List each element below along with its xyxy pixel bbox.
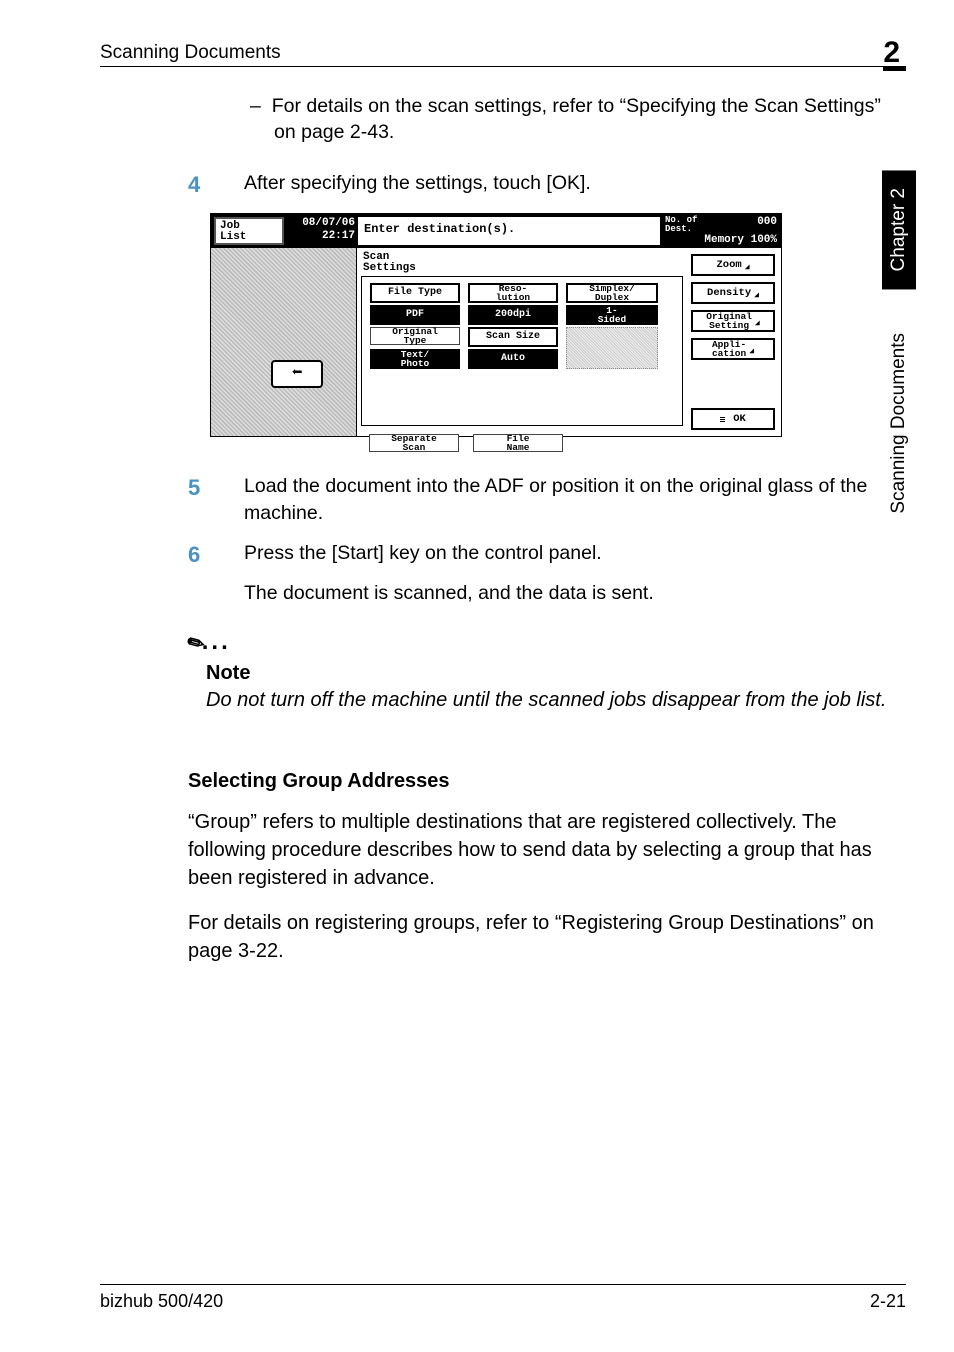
time-text: 22:17 [289,230,355,243]
footer-model: bizhub 500/420 [100,1291,223,1312]
section-p2: For details on registering groups, refer… [188,910,906,965]
scan-settings-label: Scan Settings [363,252,683,274]
density-button[interactable]: Density◢ [691,282,775,304]
step-number: 5 [188,473,244,526]
file-type-value: PDF [370,305,460,325]
step-result: The document is scanned, and the data is… [244,580,906,606]
side-tab-section: Scanning Documents [882,315,916,532]
preview-pane: ⬅ [211,248,357,436]
side-tabs: Chapter 2 Scanning Documents [882,170,916,532]
empty-slot [566,327,658,369]
resolution-value: 200dpi [468,305,558,325]
section-heading: Selecting Group Addresses [188,768,906,795]
step-6: 6 Press the [Start] key on the control p… [100,540,906,570]
file-name-button[interactable]: File Name [473,434,563,452]
datetime-display: 08/07/06 22:17 [287,214,357,248]
status-area: No. of Dest. 000 Memory 100% [661,214,781,248]
step-4: 4 After specifying the settings, touch [… [100,170,906,200]
scan-size-button[interactable]: Scan Size [468,327,558,347]
step-text: Load the document into the ADF or positi… [244,473,906,526]
memory-value: 100% [751,234,777,246]
job-list-button[interactable]: Job List [214,217,284,245]
prompt-text: Enter destination(s). [357,216,661,246]
dest-count-label: No. of Dest. [665,216,697,234]
zoom-button[interactable]: Zoom◢ [691,254,775,276]
lcd-topbar: Job List 08/07/06 22:17 Enter destinatio… [211,214,781,248]
left-arrow-icon: ⬅ [292,362,303,386]
note-body: Do not turn off the machine until the sc… [206,687,906,714]
side-tab-chapter: Chapter 2 [882,170,916,289]
ok-button[interactable]: OK [691,408,775,430]
note-icon: ✎... [188,626,906,658]
separate-scan-button[interactable]: Separate Scan [369,434,459,452]
back-arrow-button[interactable]: ⬅ [271,360,323,388]
note-block: ✎... Note Do not turn off the machine un… [188,626,906,714]
dest-count-value: 000 [757,216,777,234]
original-setting-button[interactable]: Original Setting◢ [691,310,775,332]
file-type-button[interactable]: File Type [370,283,460,303]
page-footer: bizhub 500/420 2-21 [100,1284,906,1312]
application-button[interactable]: Appli- cation◢ [691,338,775,360]
resolution-button[interactable]: Reso- lution [468,283,558,303]
simplex-value: 1- Sided [566,305,658,325]
footer-page-num: 2-21 [870,1291,906,1312]
note-label: Note [206,660,906,687]
scan-settings-box: File Type Reso- lution Simplex/ Duplex P… [361,276,683,426]
step-5: 5 Load the document into the ADF or posi… [100,473,906,526]
step-text: After specifying the settings, touch [OK… [244,170,906,200]
step-text: Press the [Start] key on the control pan… [244,540,906,570]
chapter-number: 2 [883,36,906,69]
lcd-panel: Job List 08/07/06 22:17 Enter destinatio… [210,213,782,437]
sub-bullet-text: For details on the scan settings, refer … [272,95,881,143]
step-number: 6 [188,540,244,570]
step-number: 4 [188,170,244,200]
simplex-duplex-button[interactable]: Simplex/ Duplex [566,283,658,303]
ok-icon [720,417,725,422]
scan-size-value: Auto [468,349,558,369]
sub-bullet: – For details on the scan settings, refe… [250,93,906,146]
original-type-value: Text/ Photo [370,349,460,369]
memory-label: Memory [704,234,744,246]
page-header: Scanning Documents 2 [100,32,906,67]
date-text: 08/07/06 [289,217,355,230]
header-section-title: Scanning Documents [100,42,281,64]
header-chapter: 2 [883,32,906,64]
original-type-button[interactable]: Original Type [370,327,460,345]
section-p1: “Group” refers to multiple destinations … [188,809,906,892]
